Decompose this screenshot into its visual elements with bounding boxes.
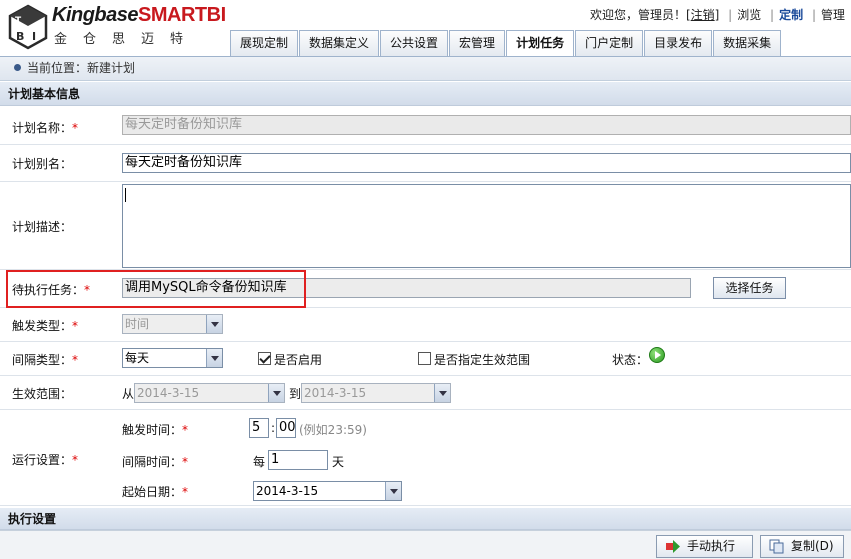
play-icon[interactable] bbox=[649, 347, 665, 363]
copy-icon bbox=[769, 539, 784, 554]
row-run-settings: 运行设置：* 触发时间：* 5 : 00 (例如23:59) 间隔时间：* 每 … bbox=[0, 410, 851, 506]
hour-input[interactable]: 5 bbox=[249, 418, 269, 438]
tab-data-collection[interactable]: 数据采集 bbox=[713, 30, 782, 56]
tab-scheduled-tasks[interactable]: 计划任务 bbox=[506, 30, 575, 57]
tab-dataset-definition[interactable]: 数据集定义 bbox=[299, 30, 380, 56]
brand-chinese: 金仓思迈特 bbox=[54, 32, 200, 47]
welcome-text: 欢迎您，管理员！[ bbox=[589, 8, 691, 22]
row-plan-alias: 计划别名： 每天定时备份知识库 bbox=[0, 145, 851, 182]
row-interval-type: 间隔类型：* 每天 是否启用 是否指定生效范围 状态： bbox=[0, 342, 851, 376]
trigger-time-label: 触发时间：* bbox=[122, 423, 189, 437]
interval-number-input[interactable]: 1 bbox=[268, 450, 328, 470]
section-exec-settings: 执行设置 bbox=[0, 508, 851, 530]
range-checkbox-label: 是否指定生效范围 bbox=[434, 353, 531, 367]
row-effective-range: 生效范围： 从 2014-3-15 到 2014-3-15 bbox=[0, 376, 851, 410]
from-label: 从 bbox=[122, 387, 135, 401]
section-basic-info: 计划基本信息 bbox=[0, 82, 851, 106]
svg-text:B: B bbox=[16, 30, 24, 43]
kingbase-logo-icon: T B I bbox=[8, 4, 48, 50]
range-to-select[interactable]: 2014-3-15 bbox=[301, 383, 451, 403]
chevron-down-icon bbox=[206, 349, 222, 367]
run-arrow-icon bbox=[666, 540, 680, 553]
tab-macro-management[interactable]: 宏管理 bbox=[449, 30, 506, 56]
tab-public-settings[interactable]: 公共设置 bbox=[380, 30, 449, 56]
start-date-select[interactable]: 2014-3-15 bbox=[253, 481, 402, 501]
day-unit-label: 天 bbox=[332, 455, 345, 469]
chevron-down-icon bbox=[385, 482, 401, 500]
choose-task-button[interactable]: 选择任务 bbox=[713, 277, 786, 299]
run-settings-label: 运行设置：* bbox=[12, 453, 79, 467]
brand-name: KingbaseSMARTBI bbox=[52, 4, 226, 26]
app-header: T B I KingbaseSMARTBI 金仓思迈特 欢迎您，管理员！[注销]… bbox=[0, 0, 851, 57]
to-label: 到 bbox=[289, 387, 302, 401]
top-links: 欢迎您，管理员！[注销] | 浏览 | 定制 | 管理 bbox=[589, 8, 845, 22]
manual-run-button[interactable]: 手动执行 bbox=[656, 535, 753, 558]
tab-portal-customize[interactable]: 门户定制 bbox=[575, 30, 644, 56]
row-plan-description: 计划描述： bbox=[0, 182, 851, 270]
plan-alias-input[interactable]: 每天定时备份知识库 bbox=[122, 153, 851, 173]
trigger-type-select[interactable]: 时间 bbox=[122, 314, 223, 334]
main-tabs: 展现定制 数据集定义 公共设置 宏管理 计划任务 门户定制 目录发布 数据采集 bbox=[230, 30, 782, 57]
minute-input[interactable]: 00 bbox=[276, 418, 296, 438]
chevron-down-icon bbox=[434, 384, 450, 402]
range-from-select[interactable]: 2014-3-15 bbox=[134, 383, 285, 403]
row-plan-name: 计划名称：* 每天定时备份知识库 bbox=[0, 107, 851, 145]
row-trigger-type: 触发类型：* 时间 bbox=[0, 308, 851, 342]
svg-text:T: T bbox=[15, 16, 22, 26]
time-hint: (例如23:59) bbox=[299, 423, 367, 437]
bottom-toolbar: 手动执行 复制(D) bbox=[0, 530, 851, 559]
bullet-icon bbox=[14, 64, 21, 71]
breadcrumb: 当前位置：新建计划 bbox=[0, 56, 851, 81]
interval-type-select[interactable]: 每天 bbox=[122, 348, 223, 368]
time-separator: : bbox=[271, 421, 276, 435]
enabled-checkbox[interactable] bbox=[258, 352, 271, 365]
effective-range-label: 生效范围： bbox=[12, 387, 73, 401]
svg-text:I: I bbox=[32, 30, 36, 43]
interval-time-label: 间隔时间：* bbox=[122, 455, 189, 469]
manage-link[interactable]: 管理 bbox=[821, 8, 845, 22]
chevron-down-icon bbox=[268, 384, 284, 402]
every-label: 每 bbox=[253, 455, 266, 469]
highlight-box bbox=[6, 270, 306, 308]
tab-catalog-publish[interactable]: 目录发布 bbox=[644, 30, 713, 56]
start-date-label: 起始日期：* bbox=[122, 485, 189, 499]
status-label: 状态： bbox=[612, 353, 649, 367]
range-checkbox[interactable] bbox=[418, 352, 431, 365]
plan-name-label: 计划名称：* bbox=[12, 121, 79, 135]
plan-description-label: 计划描述： bbox=[12, 220, 73, 234]
plan-alias-label: 计划别名： bbox=[12, 157, 73, 171]
logout-link[interactable]: 注销 bbox=[691, 8, 715, 22]
browse-link[interactable]: 浏览 bbox=[737, 8, 761, 22]
enabled-label: 是否启用 bbox=[274, 353, 323, 367]
trigger-type-label: 触发类型：* bbox=[12, 319, 79, 333]
chevron-down-icon bbox=[206, 315, 222, 333]
tab-display-customize[interactable]: 展现定制 bbox=[230, 30, 299, 56]
customize-link[interactable]: 定制 bbox=[779, 8, 803, 22]
plan-description-textarea[interactable] bbox=[122, 184, 851, 268]
plan-name-input[interactable]: 每天定时备份知识库 bbox=[122, 115, 851, 135]
copy-button[interactable]: 复制(D) bbox=[760, 535, 844, 558]
interval-type-label: 间隔类型：* bbox=[12, 353, 79, 367]
